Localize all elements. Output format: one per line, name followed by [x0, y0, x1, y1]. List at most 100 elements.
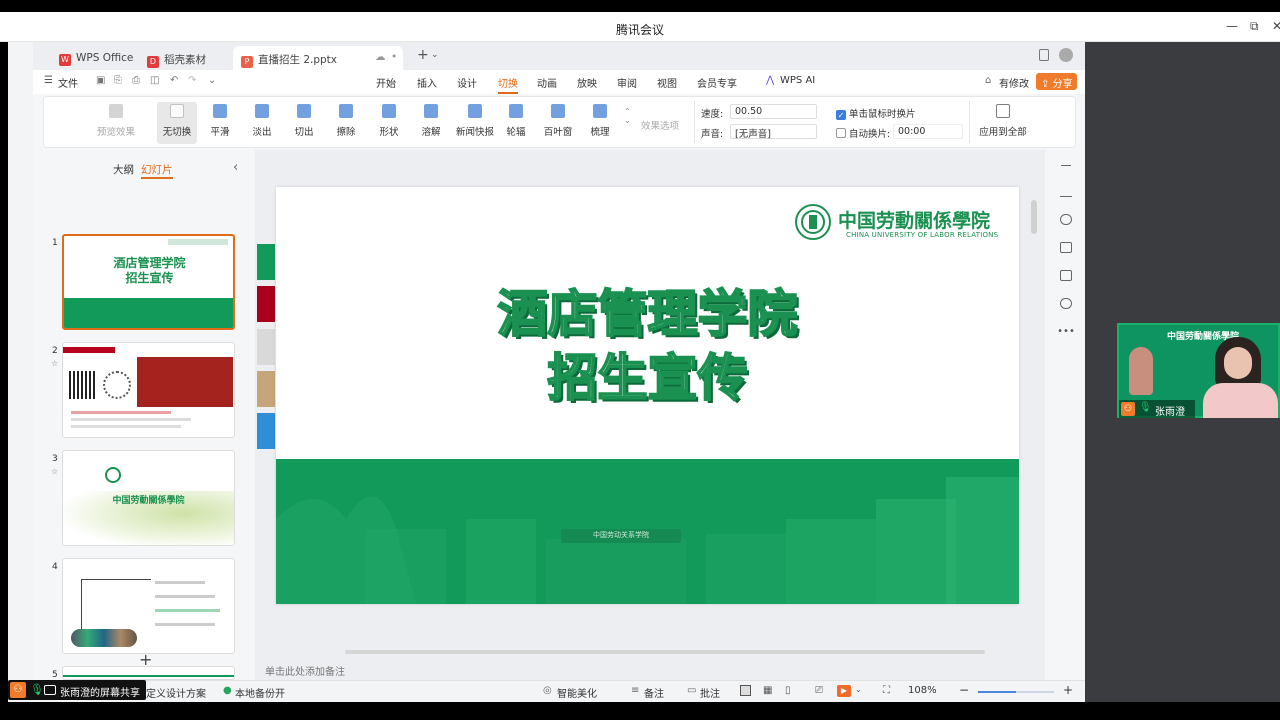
- comments-button[interactable]: 批注: [700, 685, 720, 700]
- effect-wheel-button[interactable]: 轮辐: [496, 102, 536, 138]
- minimize-button[interactable]: —: [1226, 19, 1238, 33]
- presenter-icon[interactable]: ⎚: [815, 685, 823, 696]
- design-scheme-label[interactable]: 定义设计方案: [146, 685, 206, 700]
- print-icon[interactable]: ⎙: [132, 75, 140, 86]
- speed-input[interactable]: 00.50: [730, 104, 817, 119]
- redo-icon[interactable]: ↷: [188, 75, 196, 86]
- menu-insert[interactable]: 插入: [417, 75, 437, 90]
- participant-video[interactable]: 中国劳動關係學院 ⚇ 🎙 张雨澄: [1117, 323, 1280, 418]
- undo-icon[interactable]: ↶: [170, 75, 178, 86]
- history-icon[interactable]: [1060, 298, 1072, 309]
- slide-thumbnail-2[interactable]: [62, 342, 235, 438]
- effect-smooth-button[interactable]: 平滑: [200, 102, 240, 138]
- slide-thumbnail-3[interactable]: 中国劳動關係學院: [62, 450, 235, 546]
- menu-design[interactable]: 设计: [457, 75, 477, 90]
- host-icon: ⚇: [10, 682, 26, 698]
- apply-all-button[interactable]: 应用到全部: [977, 102, 1029, 138]
- outline-tab[interactable]: 大纲: [113, 162, 134, 177]
- restore-button[interactable]: ⧉: [1250, 19, 1259, 34]
- comment-icon: ▭: [687, 685, 697, 696]
- add-slide-button[interactable]: +: [139, 650, 152, 669]
- effect-none-button[interactable]: 无切换: [157, 102, 197, 144]
- person-face: [1224, 347, 1252, 379]
- tab-dot-icon[interactable]: •: [391, 51, 397, 63]
- effect-comb-button[interactable]: 梳理: [580, 102, 620, 138]
- thumb-red-header: [63, 347, 115, 353]
- effect-dissolve-button[interactable]: 溶解: [411, 102, 451, 138]
- zoom-in-button[interactable]: +: [1063, 683, 1073, 697]
- auto-switch-checkbox[interactable]: 自动换片:: [836, 126, 890, 140]
- beautify-button[interactable]: 智能美化: [557, 685, 597, 700]
- settings-sliders-icon[interactable]: [1060, 186, 1072, 197]
- slide-thumbnail-1[interactable]: 酒店管理学院 招生宣传: [62, 234, 235, 330]
- fit-window-icon[interactable]: ⛶: [883, 685, 890, 696]
- effect-fade-button[interactable]: 淡出: [242, 102, 282, 138]
- zoom-level[interactable]: 108%: [908, 685, 937, 696]
- effect-cut-button[interactable]: 切出: [284, 102, 324, 138]
- effect-options-button[interactable]: 效果选项: [641, 118, 679, 132]
- menu-review[interactable]: 审阅: [617, 75, 637, 90]
- slide-thumbnail-4[interactable]: [62, 558, 235, 654]
- tab-docer[interactable]: D 稻壳素材: [139, 46, 214, 70]
- cloud-icon[interactable]: ☁: [375, 51, 386, 63]
- more-chevron-icon[interactable]: ⌄: [208, 75, 216, 86]
- horizontal-scrollbar[interactable]: [345, 650, 985, 654]
- image-icon[interactable]: [1060, 270, 1072, 281]
- slides-tab[interactable]: 幻灯片: [141, 162, 173, 179]
- home-icon: ⌂: [985, 75, 992, 86]
- new-tab-icon[interactable]: +: [417, 47, 429, 63]
- tab-ppt-file[interactable]: P 直播招生 2.pptx ☁ •: [233, 46, 403, 70]
- preview-effect-button[interactable]: 预览效果: [94, 102, 138, 138]
- current-slide[interactable]: 中国劳動關係學院 CHINA UNIVERSITY OF LABOR RELAT…: [276, 187, 1019, 604]
- export-icon[interactable]: ⎘: [114, 75, 122, 86]
- menu-home[interactable]: 开始: [376, 75, 396, 90]
- window-icon[interactable]: [1039, 49, 1049, 61]
- menu-member[interactable]: 会员专享: [697, 75, 737, 90]
- menu-slideshow[interactable]: 放映: [577, 75, 597, 90]
- more-icon[interactable]: •••: [1051, 326, 1081, 337]
- thumb-text-line: [155, 581, 205, 584]
- menu-animation[interactable]: 动画: [537, 75, 557, 90]
- thumb-text-line: [155, 623, 215, 626]
- menu-wps-ai[interactable]: WPS AI: [780, 75, 815, 86]
- star-icon[interactable]: [1060, 214, 1072, 225]
- color-swatch-tan: [257, 371, 275, 407]
- effect-newsflash-button[interactable]: 新闻快报: [451, 102, 499, 138]
- preview-icon[interactable]: ◫: [150, 75, 159, 86]
- menu-transition[interactable]: 切换: [498, 75, 518, 94]
- color-swatch-blue: [257, 413, 275, 449]
- notes-button[interactable]: 备注: [644, 685, 664, 700]
- notes-area[interactable]: 单击此处添加备注: [255, 663, 1045, 680]
- effect-shape-button[interactable]: 形状: [369, 102, 409, 138]
- thumb-text-line: [155, 609, 220, 612]
- reading-view-icon[interactable]: ▯: [785, 685, 791, 696]
- normal-view-icon[interactable]: [740, 685, 751, 696]
- modified-status[interactable]: 有修改: [999, 75, 1029, 90]
- close-button[interactable]: ✕: [1272, 19, 1280, 33]
- tab-label: WPS Office: [76, 52, 134, 64]
- effect-blinds-button[interactable]: 百叶窗: [538, 102, 578, 138]
- save-icon[interactable]: ▣: [96, 75, 105, 86]
- hamburger-icon[interactable]: ☰: [44, 75, 53, 86]
- tab-list-chevron-icon[interactable]: ⌄: [431, 50, 439, 60]
- collapse-panel-icon[interactable]: ‹: [233, 160, 238, 175]
- vertical-scrollbar[interactable]: [1031, 200, 1037, 234]
- screen-share-bar[interactable]: ⚇ 🎙 张雨澄的屏幕共享: [8, 680, 146, 700]
- sound-select[interactable]: [无声音]: [730, 124, 817, 140]
- click-switch-checkbox[interactable]: ✓ 单击鼠标时换片: [836, 106, 916, 120]
- zoom-out-button[interactable]: −: [959, 683, 969, 697]
- auto-time-input[interactable]: 00:00: [893, 124, 963, 139]
- file-menu[interactable]: 文件: [58, 75, 78, 90]
- play-slideshow-icon[interactable]: ▶: [837, 685, 851, 697]
- minus-icon[interactable]: [1061, 165, 1071, 166]
- menu-view[interactable]: 视图: [657, 75, 677, 90]
- effect-wipe-button[interactable]: 擦除: [326, 102, 366, 138]
- play-options-chevron-icon[interactable]: ⌄: [855, 685, 862, 694]
- tab-wps-office[interactable]: W WPS Office: [51, 46, 141, 70]
- share-button[interactable]: ⇪ 分享: [1036, 73, 1077, 90]
- backup-status[interactable]: 本地备份开: [235, 685, 285, 700]
- gallery-scroll-icon[interactable]: ⌃ ⌄: [624, 107, 631, 125]
- avatar[interactable]: [1059, 48, 1073, 62]
- copy-icon[interactable]: [1060, 242, 1072, 253]
- grid-view-icon[interactable]: ▦: [763, 685, 772, 696]
